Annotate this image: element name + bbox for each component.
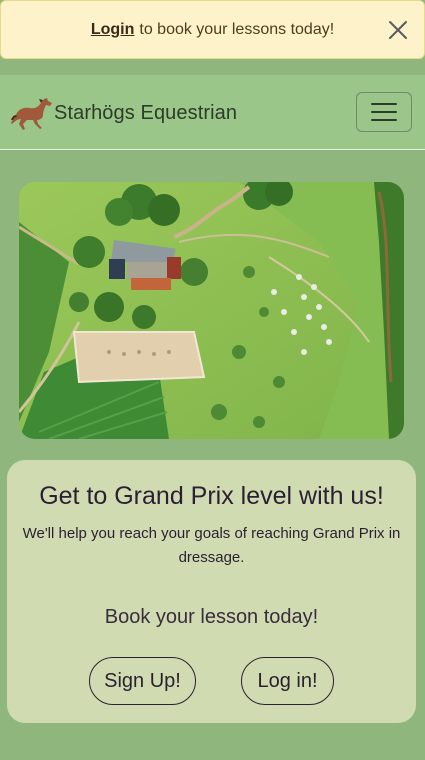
promo-subtitle: We'll help you reach your goals of reach… <box>22 525 401 566</box>
navbar: Starhögs Equestrian <box>0 75 425 150</box>
horse-logo-icon <box>10 93 54 133</box>
alert-login-link[interactable]: Login <box>91 21 135 39</box>
brand-name: Starhögs Equestrian <box>54 101 238 124</box>
hero-image <box>19 182 404 439</box>
close-icon[interactable] <box>386 18 410 42</box>
alert-message: to book your lessons today! <box>139 20 335 38</box>
log-in-button[interactable]: Log in! <box>241 657 334 705</box>
book-lesson-text: Book your lesson today! <box>104 606 319 628</box>
hamburger-menu-icon <box>371 103 397 105</box>
login-alert: Login to book your lessons today! <box>0 0 425 59</box>
aerial-farm-photo <box>19 182 404 439</box>
hamburger-line <box>371 111 397 113</box>
brand-link[interactable]: Starhögs Equestrian <box>10 93 237 133</box>
hamburger-menu-button[interactable] <box>356 92 412 132</box>
promo-heading: Get to Grand Prix level with us! <box>39 482 384 510</box>
sign-up-button[interactable]: Sign Up! <box>89 657 196 705</box>
promo-card: Get to Grand Prix level with us! We'll h… <box>7 460 416 723</box>
hamburger-line <box>371 119 397 121</box>
